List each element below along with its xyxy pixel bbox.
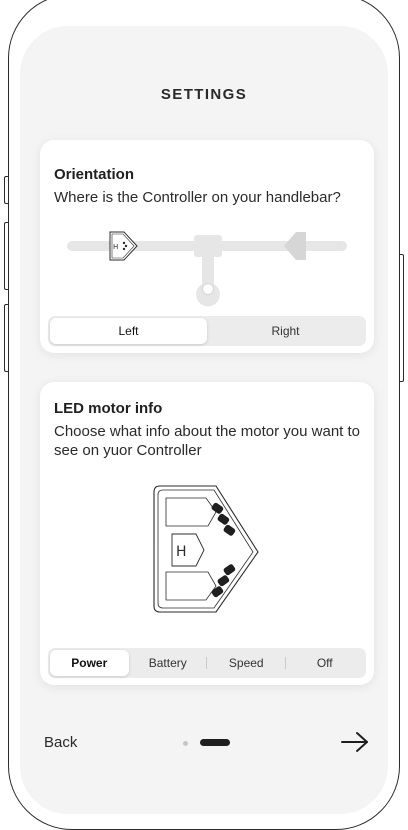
led-battery-label: Battery — [148, 656, 187, 670]
led-description: Choose what info about the motor you wan… — [54, 423, 361, 459]
led-motor-card: LED motor info Choose what info about th… — [40, 382, 374, 685]
led-speed-label: Speed — [228, 656, 264, 670]
orientation-description: Where is the Controller on your handleba… — [54, 189, 341, 206]
led-speed-option[interactable]: Speed — [207, 650, 286, 676]
phone-power-button — [400, 254, 404, 382]
arrow-right-icon[interactable] — [340, 730, 370, 754]
led-battery-option[interactable]: Battery — [129, 650, 207, 676]
orientation-segmented-control: Left Right — [48, 316, 366, 346]
phone-volume-down-button — [4, 304, 8, 372]
led-title: LED motor info — [54, 400, 163, 417]
svg-text:H: H — [113, 243, 118, 251]
led-segmented-control: Power Battery Speed Off — [48, 648, 366, 678]
controller-led-icon: H — [153, 485, 259, 613]
back-button[interactable]: Back — [44, 734, 77, 751]
page-dot-inactive — [183, 741, 188, 746]
orientation-right-option[interactable]: Right — [207, 318, 364, 344]
orientation-left-option[interactable]: Left — [50, 318, 207, 344]
page-indicator — [183, 739, 233, 749]
led-off-option[interactable]: Off — [286, 650, 365, 676]
handlebar-illustration: H — [67, 231, 347, 307]
page-dot-active — [200, 739, 230, 746]
svg-text:H: H — [176, 544, 187, 560]
page-title: SETTINGS — [160, 86, 248, 103]
orientation-title: Orientation — [54, 166, 135, 183]
phone-side-button — [4, 176, 8, 204]
orientation-card: Orientation Where is the Controller on y… — [40, 140, 374, 353]
controller-icon: H — [109, 231, 138, 261]
phone-volume-up-button — [4, 222, 8, 290]
led-power-option[interactable]: Power — [50, 650, 129, 676]
